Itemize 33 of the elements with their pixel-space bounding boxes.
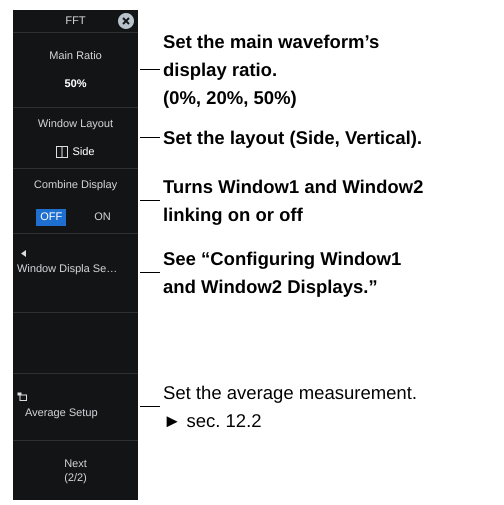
- side-by-side-icon: [56, 146, 68, 158]
- annotation-text: Set the layout (Side, Vertical).: [163, 126, 422, 150]
- menu-item-value: 50%: [64, 77, 87, 92]
- next-page-button[interactable]: Next (2/2): [13, 441, 138, 500]
- menu-item[interactable]: Window Displa Se…: [13, 234, 138, 312]
- leader-line: [140, 406, 160, 407]
- annotation-text: Set the average measurement.: [163, 380, 418, 405]
- close-icon: [122, 17, 130, 25]
- leader-line: [140, 69, 160, 70]
- leader-line: [140, 137, 160, 138]
- menu-item-label: Main Ratio: [49, 48, 102, 64]
- close-button[interactable]: [118, 13, 134, 29]
- menu-item-value: Side: [72, 145, 95, 160]
- annotation-text: See “Configuring Window1 and Window2 Displays.”: [163, 246, 402, 299]
- window-icon: [17, 392, 27, 402]
- page-indicator: (2/2): [64, 470, 87, 484]
- toggle-option[interactable]: ON: [90, 209, 115, 226]
- back-arrow-icon: [21, 250, 26, 257]
- menu-item[interactable]: Average Setup: [13, 374, 138, 440]
- leader-line: [140, 272, 160, 273]
- menu-item-label: Window Layout: [38, 116, 114, 132]
- menu-item-label: Combine Display: [34, 178, 118, 192]
- annotation-text: Set the main waveform’s display ratio. (0%, 20%, 50%): [163, 30, 380, 110]
- annotation-text: Turns Window1 and Window2 linking on or off: [163, 174, 424, 227]
- next-label: Next: [64, 456, 87, 470]
- menu-item[interactable]: Window Layout Side: [13, 108, 138, 168]
- menu-item[interactable]: Main Ratio 50%: [13, 33, 138, 107]
- menu-item-label: Window Displa Se…: [17, 262, 118, 277]
- panel-title: FFT: [65, 14, 86, 29]
- leader-line: [140, 200, 160, 201]
- section-reference: ► sec. 12.2: [163, 408, 263, 432]
- toggle-option[interactable]: OFF: [36, 209, 66, 226]
- menu-item-label: Average Setup: [25, 406, 98, 422]
